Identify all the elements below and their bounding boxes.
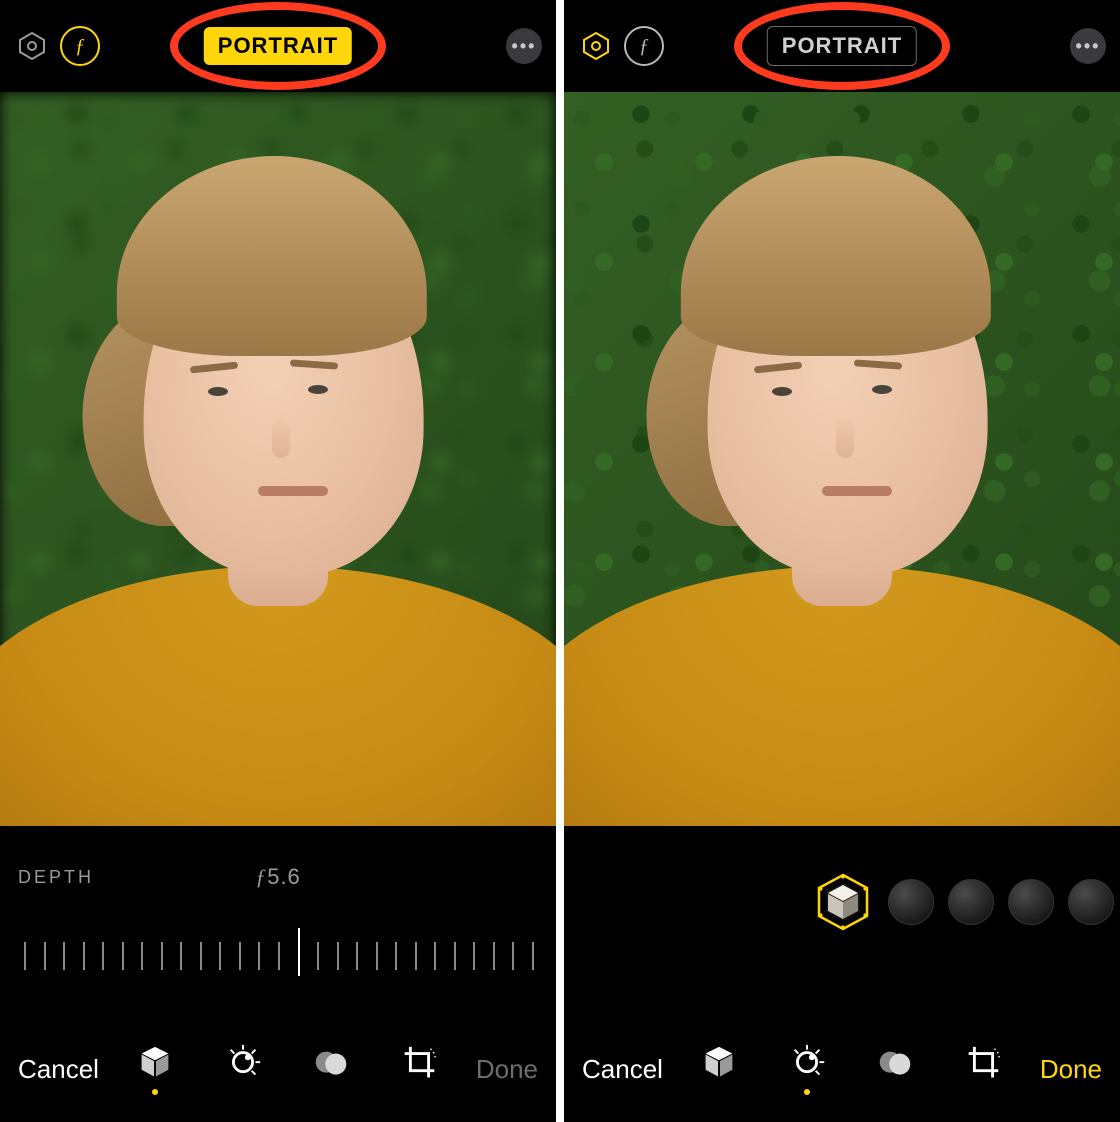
controls-panel: DEPTH ƒ5.6 Cancel <box>0 826 556 1122</box>
phone-right: ƒ PORTRAIT ••• <box>564 0 1120 1122</box>
bottom-toolbar: Cancel <box>0 1034 556 1104</box>
photo-preview[interactable] <box>564 92 1120 826</box>
lighting-option-selected[interactable] <box>812 871 874 933</box>
depth-slider[interactable] <box>24 926 532 976</box>
top-bar: ƒ PORTRAIT ••• <box>0 0 556 92</box>
filters-circles-icon <box>875 1043 915 1081</box>
filters-circles-icon <box>311 1043 351 1081</box>
depth-value: ƒ5.6 <box>255 864 301 890</box>
top-left-controls: ƒ <box>14 26 100 66</box>
top-bar: ƒ PORTRAIT ••• <box>564 0 1120 92</box>
tab-filters[interactable] <box>873 1043 917 1095</box>
controls-panel: Cancel <box>564 826 1120 1122</box>
tab-filters[interactable] <box>309 1043 353 1095</box>
cube-icon <box>699 1043 739 1081</box>
depth-readout: DEPTH ƒ5.6 <box>0 862 556 892</box>
lighting-option[interactable] <box>1068 879 1114 925</box>
active-dot-icon <box>152 1089 158 1095</box>
lighting-hex-icon <box>812 871 874 933</box>
tab-portrait[interactable] <box>697 1043 741 1095</box>
adjust-dial-icon <box>223 1043 263 1081</box>
portrait-mode-toggle[interactable]: PORTRAIT <box>204 27 352 65</box>
depth-label: DEPTH <box>18 867 94 888</box>
photo-preview[interactable] <box>0 92 556 826</box>
done-button[interactable]: Done <box>1040 1054 1102 1085</box>
adjust-dial-icon <box>787 1043 827 1081</box>
tab-adjust[interactable] <box>785 1043 829 1095</box>
tab-crop[interactable] <box>961 1043 1005 1095</box>
portrait-mode-toggle[interactable]: PORTRAIT <box>767 26 917 66</box>
lighting-option[interactable] <box>1008 879 1054 925</box>
crop-rotate-icon <box>963 1043 1003 1081</box>
screenshot-pair: ƒ PORTRAIT ••• DEPTH ƒ5.6 <box>0 0 1120 1122</box>
edit-tabs <box>133 1043 441 1095</box>
portrait-mode-label: PORTRAIT <box>782 33 902 58</box>
portrait-mode-label: PORTRAIT <box>218 33 338 58</box>
cube-icon <box>135 1043 175 1081</box>
bottom-toolbar: Cancel <box>564 1034 1120 1104</box>
screenshot-divider <box>556 0 564 1122</box>
top-left-controls: ƒ <box>578 26 664 66</box>
aperture-f-button[interactable]: ƒ <box>60 26 100 66</box>
tab-portrait[interactable] <box>133 1043 177 1095</box>
more-options-button[interactable]: ••• <box>506 28 542 64</box>
cancel-button[interactable]: Cancel <box>582 1054 663 1085</box>
portrait-subject <box>0 92 556 826</box>
done-button[interactable]: Done <box>476 1054 538 1085</box>
tab-crop[interactable] <box>397 1043 441 1095</box>
edit-tabs <box>697 1043 1005 1095</box>
lighting-option[interactable] <box>888 879 934 925</box>
lighting-option[interactable] <box>948 879 994 925</box>
aperture-f-button[interactable]: ƒ <box>624 26 664 66</box>
active-dot-icon <box>804 1089 810 1095</box>
cancel-button[interactable]: Cancel <box>18 1054 99 1085</box>
phone-left: ƒ PORTRAIT ••• DEPTH ƒ5.6 <box>0 0 556 1122</box>
tab-adjust[interactable] <box>221 1043 265 1095</box>
portrait-subject <box>564 92 1120 826</box>
lighting-hex-button[interactable] <box>578 28 614 64</box>
lighting-hex-button[interactable] <box>14 28 50 64</box>
more-options-button[interactable]: ••• <box>1070 28 1106 64</box>
lighting-options-row[interactable] <box>564 866 1120 938</box>
crop-rotate-icon <box>399 1043 439 1081</box>
